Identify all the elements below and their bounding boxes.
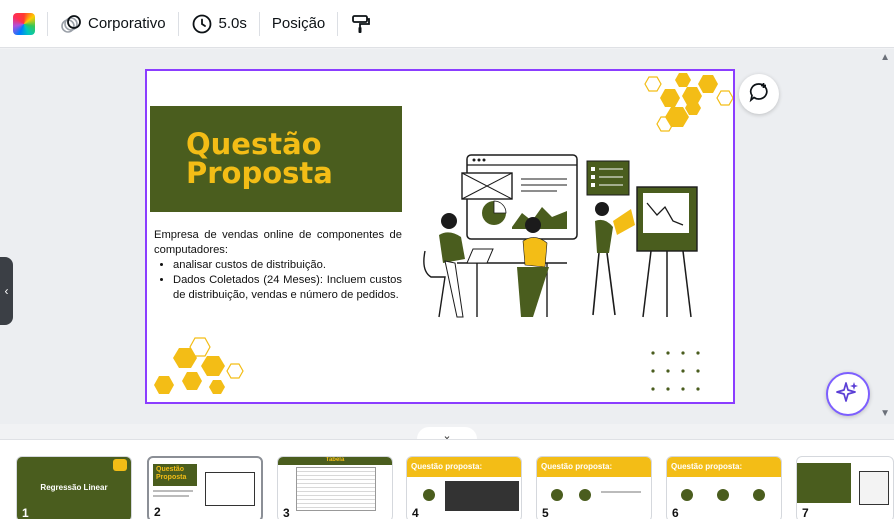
thumbnail-number: 5 bbox=[542, 506, 549, 519]
slide-thumbnail[interactable]: Tabela 3 bbox=[277, 456, 393, 519]
dot-grid-decoration bbox=[651, 351, 700, 391]
thumbnail-number: 6 bbox=[672, 506, 679, 519]
thumbnail-number: 2 bbox=[154, 505, 161, 519]
magic-assistant-button[interactable] bbox=[826, 372, 870, 416]
copy-style-button[interactable] bbox=[338, 0, 390, 48]
body-paragraph: Empresa de vendas online de componentes … bbox=[154, 229, 402, 256]
position-label: Posição bbox=[271, 15, 326, 32]
animation-button[interactable]: Corporativo bbox=[48, 0, 178, 48]
slide-filmstrip: Regressão Linear 1 Questão Proposta 2 Ta… bbox=[0, 439, 894, 519]
hexagon-decoration bbox=[113, 459, 127, 471]
side-panel-toggle[interactable]: ‹ bbox=[0, 257, 13, 325]
illustration-thumbnail bbox=[205, 472, 255, 506]
business-illustration bbox=[423, 154, 698, 318]
thumbnail-number: 1 bbox=[22, 506, 29, 519]
bullet-list: analisar custos de distribuição. Dados C… bbox=[173, 258, 402, 303]
title-line-2: Proposta bbox=[186, 156, 333, 190]
animation-icon bbox=[60, 13, 82, 35]
thumbnail-title: Questão Proposta bbox=[153, 464, 197, 486]
thumbnail-title: Questão proposta: bbox=[537, 457, 651, 477]
table-thumbnail bbox=[296, 467, 376, 511]
slide-canvas[interactable]: Questão Proposta Empresa de vendas onlin… bbox=[145, 69, 735, 404]
hexagon-decoration bbox=[644, 73, 733, 132]
scroll-down-icon[interactable]: ▼ bbox=[880, 408, 890, 419]
thumbnail-number: 7 bbox=[802, 506, 809, 519]
circle-marker bbox=[753, 489, 765, 501]
circle-marker bbox=[423, 489, 435, 501]
thumbnail-number: 4 bbox=[412, 506, 419, 519]
clock-icon bbox=[191, 13, 213, 35]
animation-label: Corporativo bbox=[88, 15, 166, 32]
circle-marker bbox=[551, 489, 563, 501]
illustration-thumbnail bbox=[859, 471, 889, 505]
title-line-1: Questão bbox=[186, 127, 322, 161]
top-toolbar: Corporativo 5.0s Posição bbox=[0, 0, 894, 48]
color-button[interactable] bbox=[0, 0, 47, 48]
circle-marker bbox=[717, 489, 729, 501]
slide-thumbnail[interactable]: Regressão Linear 1 bbox=[16, 456, 132, 519]
scroll-up-icon[interactable]: ▲ bbox=[880, 52, 890, 63]
circle-marker bbox=[681, 489, 693, 501]
hexagon-decoration bbox=[154, 337, 244, 394]
title-box: Questão Proposta bbox=[150, 106, 402, 212]
text-line bbox=[153, 495, 189, 497]
slide-thumbnail[interactable]: Questão proposta: 4 bbox=[406, 456, 522, 519]
color-palette-icon bbox=[13, 12, 35, 35]
text-line bbox=[153, 490, 193, 492]
circle-marker bbox=[579, 489, 591, 501]
slide-thumbnail[interactable]: Questão proposta: 5 bbox=[536, 456, 652, 519]
paint-roller-icon bbox=[350, 13, 372, 35]
table-thumbnail bbox=[445, 481, 519, 511]
slide-thumbnail[interactable]: Questão proposta: 6 bbox=[666, 456, 782, 519]
thumbnail-number: 3 bbox=[283, 506, 290, 519]
duration-label: 5.0s bbox=[218, 15, 247, 32]
thumbnail-title: Regressão Linear bbox=[40, 483, 108, 492]
title-block bbox=[797, 463, 851, 503]
chevron-left-icon: ‹ bbox=[4, 284, 9, 298]
thumbnail-title: Questão proposta: bbox=[407, 457, 521, 477]
thumbnail-title: Questão proposta: bbox=[667, 457, 781, 477]
slide-title: Questão Proposta bbox=[186, 130, 333, 188]
slide-body-text: Empresa de vendas online de componentes … bbox=[154, 228, 402, 303]
slide-thumbnail[interactable]: 7 bbox=[796, 456, 894, 519]
comment-plus-icon bbox=[748, 81, 770, 108]
slide-thumbnail[interactable]: Questão Proposta 2 bbox=[147, 456, 263, 519]
add-comment-button[interactable] bbox=[739, 74, 779, 114]
duration-button[interactable]: 5.0s bbox=[179, 0, 259, 48]
text-line bbox=[601, 491, 641, 493]
bullet-item: Dados Coletados (24 Meses): Incluem cust… bbox=[173, 273, 402, 303]
bullet-item: analisar custos de distribuição. bbox=[173, 258, 402, 273]
sparkle-icon bbox=[836, 380, 860, 409]
position-button[interactable]: Posição bbox=[260, 0, 337, 48]
thumbnail-title: Tabela bbox=[278, 457, 392, 465]
